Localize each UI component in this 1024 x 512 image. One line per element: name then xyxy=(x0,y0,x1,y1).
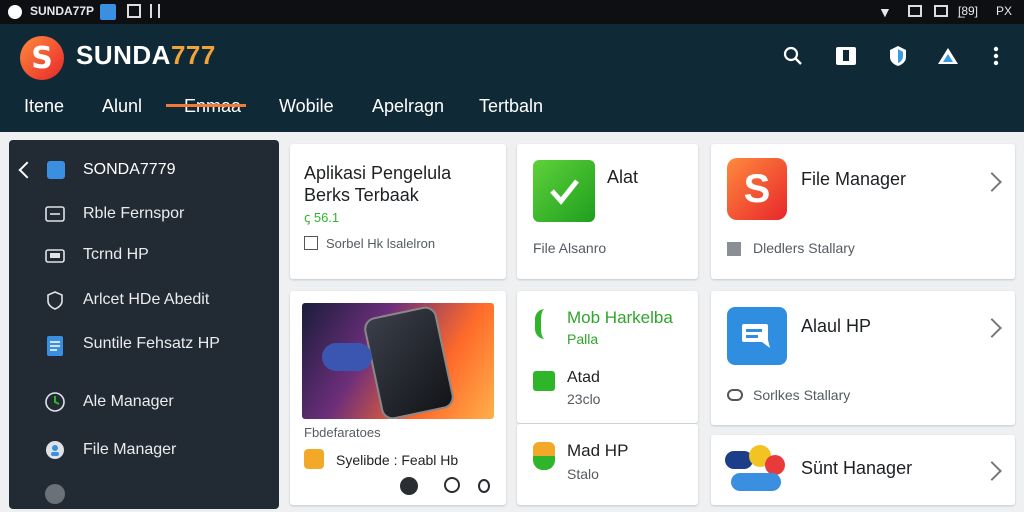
chevron-right-icon[interactable] xyxy=(982,318,1002,338)
settings-icon[interactable] xyxy=(478,479,490,493)
card-footer: Syelibde : Feabl Hb xyxy=(336,452,459,468)
user-icon[interactable] xyxy=(444,477,460,493)
card-title: Mob Harkelba xyxy=(567,308,673,327)
card-aplikasi[interactable]: Aplikasi Pengelula Berks Terbaak ꞔ 56.1 … xyxy=(290,144,506,279)
tab-tertbaln[interactable]: Tertbaln xyxy=(479,96,543,117)
back-button[interactable] xyxy=(18,161,36,179)
reward-icon xyxy=(304,449,324,469)
edit-icon xyxy=(127,4,141,18)
tab-alunl[interactable]: Alunl xyxy=(102,96,142,117)
chat-app-icon xyxy=(727,307,787,365)
card-footer: File Alsanro xyxy=(533,240,607,256)
chevron-right-icon[interactable] xyxy=(982,461,1002,481)
reward-icon xyxy=(533,442,555,470)
heart-shield-icon xyxy=(43,288,67,312)
sidebar-item-label: Suntile Fehsatz HP xyxy=(83,335,220,352)
card-title: Sünt Hanager xyxy=(801,458,913,478)
sidebar-app-icon xyxy=(47,161,65,179)
version-badge: ꞔ 56.1 xyxy=(304,210,340,225)
sidebar-header: SONDA7779 xyxy=(83,161,176,178)
drive-icon[interactable] xyxy=(934,42,962,70)
battery-text: [̲89] xyxy=(958,4,979,18)
card-caption: Fbdefaratoes xyxy=(304,425,381,440)
card-subtitle-2: 23clo xyxy=(567,391,601,407)
card-footer: Sorbel Hk lsalelron xyxy=(326,236,436,251)
card-alat[interactable]: Alat File Alsanro xyxy=(517,144,698,279)
notification-icon xyxy=(100,4,116,20)
card-icon xyxy=(934,5,948,17)
tab-wobile[interactable]: Wobile xyxy=(279,96,334,117)
sidebar-item-label: Tcrnd HP xyxy=(83,246,149,263)
bookmark-icon[interactable] xyxy=(832,42,860,70)
document-icon xyxy=(43,334,67,358)
card-footer: Dledlers Stallary xyxy=(753,240,855,256)
brand-title: SUNDA777 xyxy=(76,40,216,71)
sidebar-item-label: Rble Fernspor xyxy=(83,205,185,222)
smartwatch-image xyxy=(302,303,494,419)
folder-icon xyxy=(43,243,67,267)
brand-accent: 777 xyxy=(170,40,216,70)
pills-icon xyxy=(725,445,787,497)
app-bar: S SUNDA777 Itene Alunl Enmaa Wobile Apel… xyxy=(0,24,1024,132)
card-media[interactable]: Fbdefaratoes Syelibde : Feabl Hb xyxy=(290,291,506,505)
brand-main: SUNDA xyxy=(76,40,171,70)
status-label: PX xyxy=(996,4,1013,18)
card-alaul-hp[interactable]: Alaul HP Sorlkes Stallary xyxy=(711,291,1015,425)
alat-app-icon xyxy=(533,160,595,222)
copy-icon[interactable] xyxy=(400,477,418,495)
sidebar-item-label: File Manager xyxy=(83,441,177,458)
search-icon[interactable] xyxy=(779,42,807,70)
card-title: Alaul HP xyxy=(801,316,872,336)
app-status-icon xyxy=(8,5,22,19)
card-sunt-hanager[interactable]: Sünt Hanager xyxy=(711,435,1015,505)
active-tab-indicator xyxy=(166,104,246,107)
key-icon xyxy=(727,389,743,401)
chevron-right-icon[interactable] xyxy=(982,172,1002,192)
clock-icon xyxy=(43,390,67,414)
status-bar: SUNDA77P ▼ [̲89] PX xyxy=(0,0,1024,24)
stats-icon xyxy=(533,371,555,391)
card-title: File Manager xyxy=(801,169,907,189)
more-vert-icon[interactable] xyxy=(982,42,1010,70)
green-app-icon xyxy=(535,309,553,339)
bars-icon xyxy=(150,4,160,18)
swap-icon xyxy=(43,202,67,226)
sidebar-item-label: Arlcet HDe Abedit xyxy=(83,291,210,308)
card-subtitle: Stalo xyxy=(567,466,599,482)
card-title: Alat xyxy=(607,167,639,187)
sidebar: SONDA7779 Rble Fernspor Tcrnd HP Arlcet … xyxy=(9,140,279,509)
box-icon xyxy=(727,242,741,256)
sidebar-item-label: Ale Manager xyxy=(83,393,174,410)
card-title-2: Atad xyxy=(567,369,600,386)
list-icon xyxy=(304,236,318,250)
shield-icon[interactable] xyxy=(884,42,912,70)
wifi-icon: ▼ xyxy=(878,4,892,20)
tab-bar: Itene Alunl Enmaa Wobile Apelragn Tertba… xyxy=(0,84,1024,132)
gear-icon xyxy=(43,438,67,462)
card-footer: Sorlkes Stallary xyxy=(753,387,851,403)
status-app-name: SUNDA77P xyxy=(30,4,95,18)
card-file-manager[interactable]: S File Manager Dledlers Stallary xyxy=(711,144,1015,279)
mail-icon xyxy=(908,5,922,17)
card-subtitle: Palla xyxy=(567,331,599,347)
tab-apelragn[interactable]: Apelragn xyxy=(372,96,444,117)
tab-itene[interactable]: Itene xyxy=(24,96,64,117)
card-mob-harkelba[interactable]: Mob Harkelba Palla Atad 23clo xyxy=(517,291,698,423)
app-logo[interactable]: S xyxy=(20,36,64,80)
sunda-app-icon: S xyxy=(727,158,787,220)
card-mad-hp[interactable]: Mad HP Stalo xyxy=(517,424,698,505)
sidebar-more-icon[interactable] xyxy=(45,484,65,504)
card-title: Aplikasi Pengelula Berks Terbaak xyxy=(304,163,452,205)
card-title: Mad HP xyxy=(567,441,629,460)
